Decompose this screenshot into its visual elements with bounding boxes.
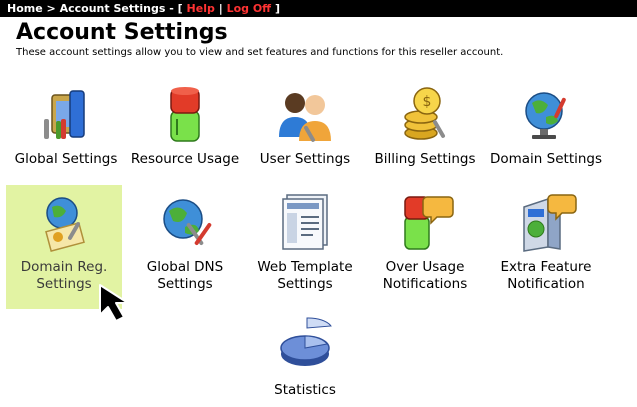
domain-certificate-icon [45, 197, 85, 252]
domain-settings-tile[interactable]: Domain Settings [488, 83, 604, 168]
page-description: These account settings allow you to view… [16, 47, 504, 58]
resource-usage-label: Resource Usage [130, 151, 240, 167]
domain-reg-settings-tile[interactable]: Domain Reg. Settings [6, 185, 122, 309]
domain-reg-settings-label-1: Domain Reg. [20, 259, 108, 275]
breadcrumb-separator: > [46, 2, 56, 15]
global-dns-settings-tile[interactable]: Global DNS Settings [127, 191, 243, 293]
user-settings-icon [279, 93, 331, 142]
breadcrumb-current: Account Settings [59, 2, 166, 15]
web-template-settings-tile[interactable]: Web Template Settings [247, 191, 363, 293]
statistics-tile[interactable]: Statistics [247, 314, 363, 399]
page-title: Account Settings [16, 20, 228, 45]
help-link[interactable]: Help [187, 2, 215, 15]
global-settings-icon [44, 90, 85, 139]
usage-alert-icon [404, 196, 454, 250]
svg-text:$: $ [423, 94, 432, 110]
breadcrumb-bracket-close: ] [274, 2, 280, 15]
software-box-alert-icon [523, 194, 577, 252]
globe-tools-icon [163, 199, 212, 246]
breadcrumb-pipe: | [218, 2, 223, 15]
extra-feature-label-1: Extra Feature [500, 259, 592, 275]
pie-chart-icon [280, 317, 332, 366]
breadcrumb-bar: Home > Account Settings - [ Help | Log O… [0, 0, 637, 17]
log-off-link[interactable]: Log Off [227, 2, 272, 15]
web-template-label-2: Settings [277, 276, 333, 292]
statistics-label: Statistics [274, 382, 336, 398]
over-usage-label-2: Notifications [382, 276, 468, 292]
web-template-icon [282, 194, 328, 250]
global-settings-label: Global Settings [14, 151, 118, 167]
over-usage-label-1: Over Usage [385, 259, 465, 275]
global-settings-tile[interactable]: Global Settings [8, 83, 124, 168]
globe-icon [525, 92, 566, 139]
extra-feature-notification-tile[interactable]: Extra Feature Notification [488, 191, 604, 293]
web-template-label-1: Web Template [257, 259, 353, 275]
billing-settings-label: Billing Settings [374, 151, 476, 167]
billing-settings-tile[interactable]: $ Billing Settings [367, 83, 483, 168]
domain-reg-settings-label-2: Settings [36, 276, 92, 292]
user-settings-label: User Settings [259, 151, 351, 167]
global-dns-label-1: Global DNS [146, 259, 224, 275]
global-dns-label-2: Settings [157, 276, 213, 292]
domain-settings-label: Domain Settings [489, 151, 603, 167]
user-settings-tile[interactable]: User Settings [247, 83, 363, 168]
over-usage-notifications-tile[interactable]: Over Usage Notifications [367, 191, 483, 293]
breadcrumb-home[interactable]: Home [7, 2, 43, 15]
extra-feature-label-2: Notification [507, 276, 585, 292]
breadcrumb-bracket-open: [ [177, 2, 183, 15]
resource-usage-tile[interactable]: Resource Usage [127, 83, 243, 168]
coins-icon: $ [404, 87, 445, 140]
breadcrumb-dash: - [169, 2, 174, 15]
resource-usage-icon [170, 87, 200, 142]
